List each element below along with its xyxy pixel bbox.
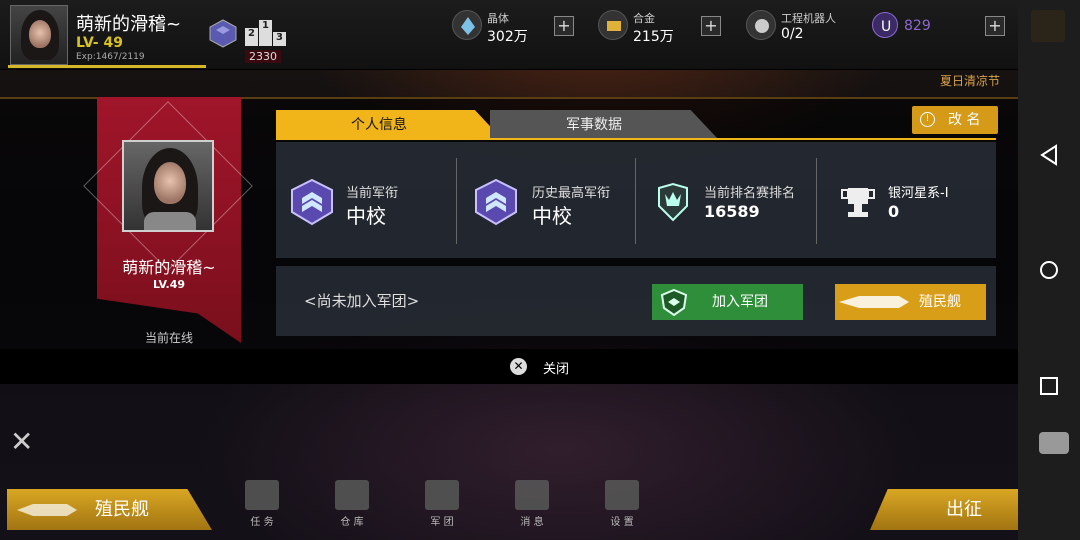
crown-shield-icon bbox=[658, 182, 688, 222]
chat-icon[interactable] bbox=[1039, 432, 1069, 454]
player-level: LV- 49 bbox=[76, 35, 123, 51]
task-icon bbox=[245, 480, 279, 510]
rename-button[interactable]: ! 改 名 bbox=[912, 106, 998, 134]
back-icon[interactable] bbox=[1036, 142, 1062, 168]
stats-panel: 当前军衔 中校 历史最高军衔 中校 当前排名赛排名 16589 银河星系-I 0 bbox=[276, 142, 996, 258]
legion-panel: <尚未加入军团> 加入军团 殖民舰 bbox=[276, 266, 996, 336]
tab-military-data[interactable]: 军事数据 bbox=[490, 110, 718, 139]
crystal-icon bbox=[452, 10, 482, 40]
ranking-score: 2330 bbox=[245, 50, 281, 63]
legion-icon bbox=[425, 480, 459, 510]
rank-badge-icon bbox=[291, 178, 333, 226]
trophy-icon bbox=[841, 188, 875, 217]
profile-portrait bbox=[122, 140, 214, 232]
rank-badge-icon bbox=[475, 178, 517, 226]
colony-ship-button[interactable]: 殖民舰 bbox=[835, 284, 986, 320]
nav-warehouse[interactable]: 仓 库 bbox=[322, 480, 382, 530]
player-exp: Exp:1467/2119 bbox=[76, 52, 145, 62]
add-crystal-button[interactable]: + bbox=[554, 16, 574, 36]
nav-legion[interactable]: 军 团 bbox=[412, 480, 472, 530]
mail-icon bbox=[515, 480, 549, 510]
warehouse-icon bbox=[335, 480, 369, 510]
handshake-shield-icon bbox=[660, 288, 688, 316]
alloy-icon bbox=[598, 10, 628, 40]
system-nav-bar bbox=[1018, 0, 1080, 540]
nav-task[interactable]: 任 务 bbox=[232, 480, 292, 530]
event-label[interactable]: 夏日清凉节 bbox=[940, 72, 1000, 89]
exp-bar bbox=[8, 65, 206, 68]
wrench-icon[interactable]: ✕ bbox=[10, 425, 42, 458]
close-icon: ✕ bbox=[510, 358, 527, 375]
add-alloy-button[interactable]: + bbox=[701, 16, 721, 36]
sortie-button[interactable]: 出征 bbox=[870, 489, 1018, 530]
ranking-podium-icon[interactable]: 2 1 3 bbox=[245, 20, 287, 46]
stat-current-rank: 当前军衔 中校 bbox=[276, 142, 456, 258]
info-icon: ! bbox=[920, 112, 935, 127]
player-name: 萌新的滑稽~ bbox=[76, 14, 182, 35]
nav-mail[interactable]: 消 息 bbox=[502, 480, 562, 530]
player-avatar[interactable] bbox=[10, 5, 68, 65]
profile-name: 萌新的滑稽~ bbox=[122, 258, 216, 277]
settings-icon bbox=[605, 480, 639, 510]
no-legion-text: <尚未加入军团> bbox=[304, 292, 420, 310]
stat-ranking: 当前排名赛排名 16589 bbox=[635, 142, 816, 258]
stat-galaxy: 银河星系-I 0 bbox=[816, 142, 996, 258]
svg-text:U: U bbox=[881, 19, 891, 35]
ship-icon bbox=[17, 504, 77, 516]
u-coin-icon: U bbox=[872, 12, 898, 38]
bottom-colony-button[interactable]: 殖民舰 bbox=[7, 489, 212, 530]
nav-settings[interactable]: 设 置 bbox=[592, 480, 652, 530]
recents-icon[interactable] bbox=[1036, 373, 1062, 399]
stat-highest-rank: 历史最高军衔 中校 bbox=[456, 142, 636, 258]
ship-icon bbox=[839, 296, 909, 308]
tab-underline bbox=[276, 138, 996, 140]
join-legion-button[interactable]: 加入军团 bbox=[652, 284, 803, 320]
close-bar: ✕ 关闭 bbox=[0, 349, 1018, 384]
shop-cart-icon[interactable] bbox=[1031, 10, 1065, 42]
rank-cube-icon[interactable] bbox=[208, 18, 238, 48]
online-status: 当前在线 bbox=[144, 331, 193, 345]
profile-level: LV.49 bbox=[152, 278, 186, 291]
home-icon[interactable] bbox=[1036, 257, 1062, 283]
add-premium-button[interactable]: + bbox=[985, 16, 1005, 36]
top-bar: 萌新的滑稽~ LV- 49 Exp:1467/2119 2 1 3 2330 晶… bbox=[0, 0, 1018, 70]
tab-personal-info[interactable]: 个人信息 bbox=[276, 110, 502, 139]
robot-icon bbox=[746, 10, 776, 40]
